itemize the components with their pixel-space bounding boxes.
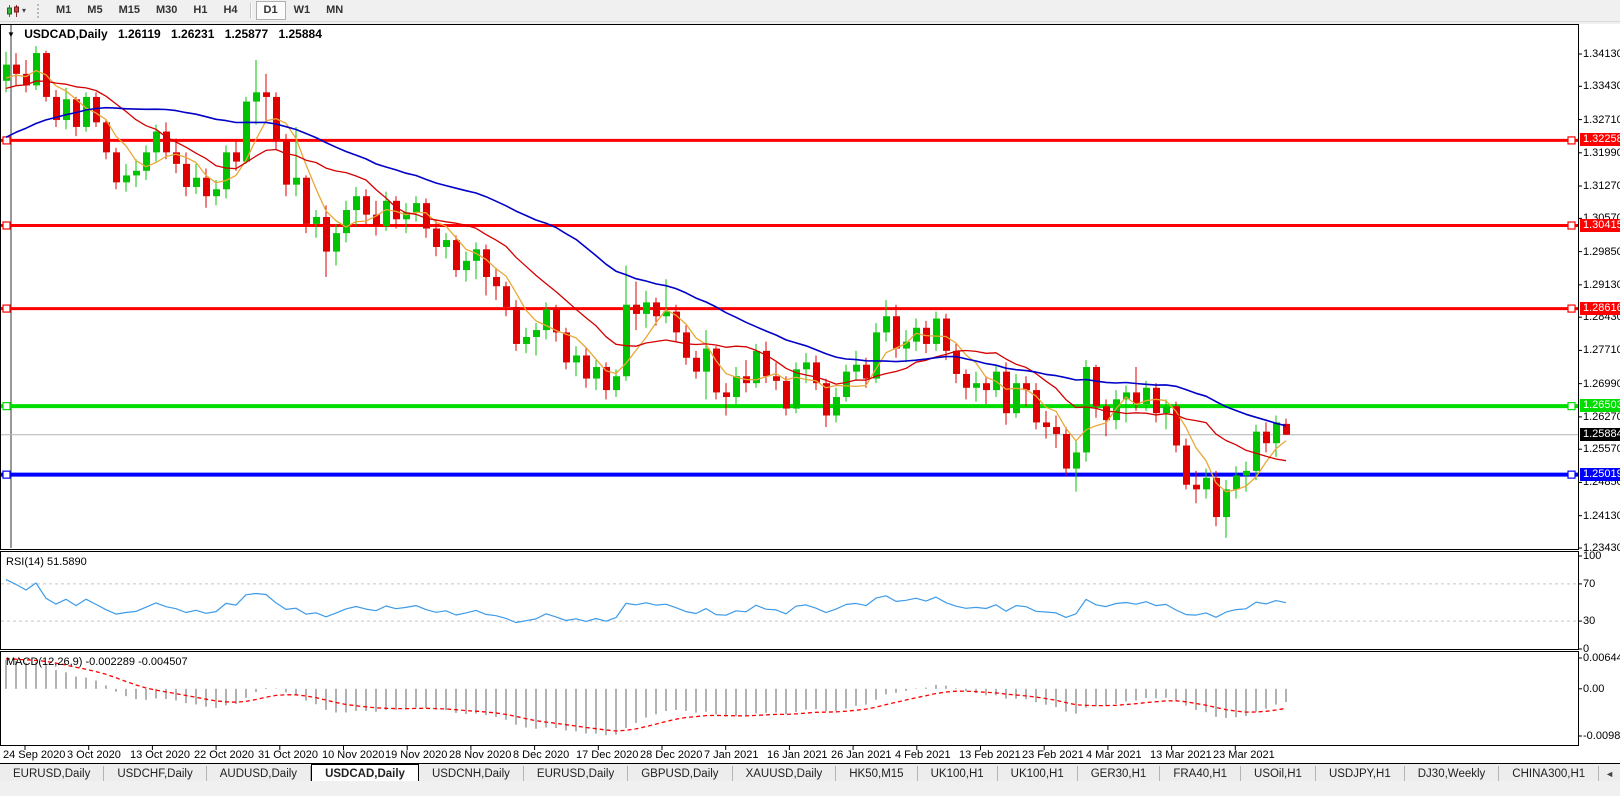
tab-audusd-daily[interactable]: AUDUSD,Daily <box>207 766 311 782</box>
date-label: 31 Oct 2020 <box>258 749 318 761</box>
price-tick-1.25570: 1.25570 <box>1583 443 1620 455</box>
rsi-label: RSI(14) 51.5890 <box>6 556 87 568</box>
ohlc-open: 1.26119 <box>118 27 161 41</box>
tab-gbpusd-daily[interactable]: GBPUSD,Daily <box>628 766 732 782</box>
ohlc-low: 1.25877 <box>225 27 268 41</box>
timeframe-button-m15[interactable]: M15 <box>111 1 148 20</box>
hline-price-label: 1.32258 <box>1580 133 1620 146</box>
price-tick-1.29130: 1.29130 <box>1583 279 1620 291</box>
tab-eurusd-daily[interactable]: EURUSD,Daily <box>524 766 628 782</box>
date-label: 7 Jan 2021 <box>704 749 758 761</box>
date-label: 3 Oct 2020 <box>67 749 121 761</box>
hline-price-label: 1.25019 <box>1580 468 1620 481</box>
rsi-axis-30: 30 <box>1583 615 1595 627</box>
tab-fra40-h1[interactable]: FRA40,H1 <box>1160 766 1241 782</box>
price-tick-1.27710: 1.27710 <box>1583 344 1620 356</box>
date-label: 13 Oct 2020 <box>130 749 190 761</box>
ohlc-close: 1.25884 <box>279 27 322 41</box>
tab-usdjpy-h1[interactable]: USDJPY,H1 <box>1316 766 1405 782</box>
rsi-indicator-panel[interactable] <box>0 551 1579 650</box>
candlestick-chart-icon <box>6 4 20 18</box>
date-label: 28 Dec 2020 <box>640 749 702 761</box>
date-label: 17 Dec 2020 <box>576 749 638 761</box>
macd-axis-0.00: 0.00 <box>1583 683 1604 695</box>
price-tick-1.29850: 1.29850 <box>1583 246 1620 258</box>
chart-tool-caret-icon[interactable]: ▾ <box>22 6 32 15</box>
price-tick-1.33430: 1.33430 <box>1583 80 1620 92</box>
date-label: 10 Nov 2020 <box>322 749 384 761</box>
status-bar <box>0 781 1620 796</box>
timeframe-button-mn[interactable]: MN <box>318 1 351 20</box>
chart-tabs-bar: EURUSD,DailyUSDCHF,DailyAUDUSD,DailyUSDC… <box>0 763 1620 782</box>
tab-china300-h1[interactable]: CHINA300,H1 <box>1499 766 1599 782</box>
date-label: 8 Dec 2020 <box>513 749 569 761</box>
tabs-scroll-left-button[interactable]: ◄ <box>1599 766 1620 782</box>
timeframe-button-m1[interactable]: M1 <box>48 1 79 20</box>
timeframe-button-m30[interactable]: M30 <box>148 1 185 20</box>
chart-tool-icon[interactable] <box>4 3 22 19</box>
timeframe-button-w1[interactable]: W1 <box>286 1 319 20</box>
price-tick-1.24130: 1.24130 <box>1583 510 1620 522</box>
tab-ger30-h1[interactable]: GER30,H1 <box>1078 766 1161 782</box>
date-label: 22 Oct 2020 <box>194 749 254 761</box>
mt4-window: ▾ M1M5M15M30H1H4 D1W1MN ▼ USDCAD,Daily 1.… <box>0 0 1620 796</box>
tab-usdchf-daily[interactable]: USDCHF,Daily <box>104 766 206 782</box>
ohlc-high: 1.26231 <box>171 27 214 41</box>
hline-price-label: 1.30415 <box>1580 219 1620 232</box>
macd-axis-0.006444: 0.006444 <box>1583 652 1620 664</box>
timeframe-button-m5[interactable]: M5 <box>79 1 110 20</box>
hline-price-label: 1.28616 <box>1580 302 1620 315</box>
current-price-label: 1.25884 <box>1580 428 1620 441</box>
tab-eurusd-daily[interactable]: EURUSD,Daily <box>0 766 104 782</box>
date-label: 13 Mar 2021 <box>1150 749 1212 761</box>
date-label: 26 Jan 2021 <box>831 749 892 761</box>
price-tick-1.26270: 1.26270 <box>1583 411 1620 423</box>
tab-uk100-h1[interactable]: UK100,H1 <box>998 766 1078 782</box>
toolbar-grip <box>37 4 42 18</box>
macd-axis--0.00987: -0.00987 <box>1583 730 1620 742</box>
macd-indicator-panel[interactable] <box>0 651 1579 746</box>
date-label: 4 Mar 2021 <box>1086 749 1142 761</box>
rsi-axis-100: 100 <box>1583 550 1601 562</box>
tab-uk100-h1[interactable]: UK100,H1 <box>918 766 998 782</box>
symbol-period-label: USDCAD,Daily <box>24 27 107 41</box>
price-tick-1.34130: 1.34130 <box>1583 48 1620 60</box>
tab-usoil-h1[interactable]: USOil,H1 <box>1241 766 1316 782</box>
date-label: 4 Feb 2021 <box>895 749 951 761</box>
symbol-dropdown-caret-icon[interactable]: ▼ <box>7 30 15 39</box>
tab-hk50-m15[interactable]: HK50,M15 <box>836 766 917 782</box>
price-tick-1.31990: 1.31990 <box>1583 147 1620 159</box>
timeframe-button-h1[interactable]: H1 <box>185 1 215 20</box>
tab-xauusd-daily[interactable]: XAUUSD,Daily <box>733 766 837 782</box>
price-tick-1.26990: 1.26990 <box>1583 378 1620 390</box>
date-label: 28 Nov 2020 <box>449 749 511 761</box>
price-tick-1.32710: 1.32710 <box>1583 114 1620 126</box>
macd-label: MACD(12,26,9) -0.002289 -0.004507 <box>6 656 188 668</box>
price-tick-1.31270: 1.31270 <box>1583 180 1620 192</box>
tab-usdcnh-daily[interactable]: USDCNH,Daily <box>419 766 524 782</box>
toolbar-separator <box>250 3 252 18</box>
rsi-axis-70: 70 <box>1583 578 1595 590</box>
tab-dj30-weekly[interactable]: DJ30,Weekly <box>1405 766 1500 782</box>
chart-title: ▼ USDCAD,Daily 1.26119 1.26231 1.25877 1… <box>7 27 322 41</box>
date-label: 24 Sep 2020 <box>3 749 65 761</box>
date-label: 13 Feb 2021 <box>959 749 1021 761</box>
hline-price-label: 1.26503 <box>1580 399 1620 412</box>
date-label: 23 Feb 2021 <box>1022 749 1084 761</box>
timeframe-button-d1[interactable]: D1 <box>256 1 286 20</box>
date-label: 23 Mar 2021 <box>1213 749 1275 761</box>
main-chart-panel[interactable] <box>0 24 1579 550</box>
timeframe-button-h4[interactable]: H4 <box>215 1 245 20</box>
timeframe-buttons: M1M5M15M30H1H4 D1W1MN <box>48 1 351 20</box>
timeframe-toolbar: ▾ M1M5M15M30H1H4 D1W1MN <box>0 0 1620 22</box>
date-label: 16 Jan 2021 <box>767 749 828 761</box>
date-label: 19 Nov 2020 <box>385 749 447 761</box>
